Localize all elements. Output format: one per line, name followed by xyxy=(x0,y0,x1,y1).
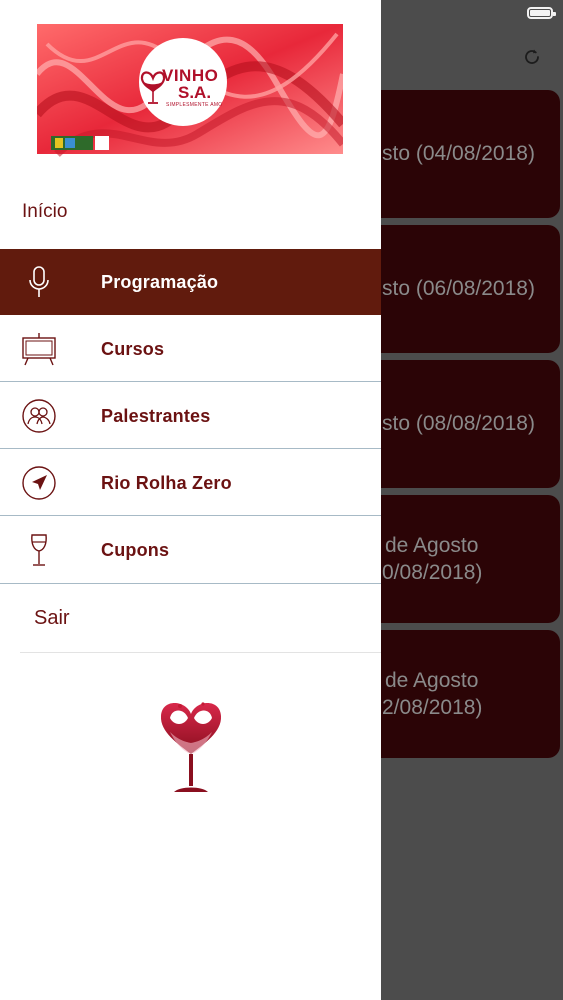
menu-item-label: Palestrantes xyxy=(101,406,211,426)
event-date: sto (08/08/2018) xyxy=(382,412,535,435)
divider xyxy=(20,652,381,653)
wine-glass-heart-logo-icon xyxy=(160,702,222,792)
battery-icon xyxy=(527,7,556,19)
menu-item-label: Rio Rolha Zero xyxy=(101,473,232,493)
menu-item-cursos[interactable]: Cursos xyxy=(0,316,381,382)
microphone-icon xyxy=(29,266,49,297)
event-title: de Agosto xyxy=(385,669,479,692)
home-link[interactable]: Início xyxy=(22,201,67,223)
refresh-icon[interactable] xyxy=(521,46,543,68)
menu-item-cupons[interactable]: Cupons xyxy=(0,517,381,584)
menu-item-programacao[interactable]: Programação xyxy=(0,249,381,315)
side-drawer: VINHO S.A. SIMPLESMENTE AMO Início Progr… xyxy=(0,0,381,1000)
header-banner: VINHO S.A. SIMPLESMENTE AMO xyxy=(37,14,343,162)
wine-glass-icon xyxy=(31,534,47,566)
event-date: sto (04/08/2018) xyxy=(382,142,535,165)
easel-icon xyxy=(22,333,56,366)
event-date: 0/08/2018) xyxy=(382,561,483,584)
logo: VINHO S.A. SIMPLESMENTE AMO xyxy=(140,66,236,116)
event-date: sto (06/08/2018) xyxy=(382,277,535,300)
location-arrow-icon xyxy=(22,466,56,500)
people-icon xyxy=(22,399,56,433)
event-date: 2/08/2018) xyxy=(382,696,483,719)
menu-item-label: Cupons xyxy=(101,540,170,560)
logo-brand-suffix: S.A. xyxy=(178,83,212,102)
menu-item-label: Programação xyxy=(101,272,219,292)
menu-item-palestrantes[interactable]: Palestrantes xyxy=(0,383,381,449)
logo-tagline: SIMPLESMENTE AMO xyxy=(166,102,223,108)
logout-link[interactable]: Sair xyxy=(34,607,70,630)
event-title: de Agosto xyxy=(385,534,479,557)
menu-item-label: Cursos xyxy=(101,339,165,359)
menu-item-rio-rolha-zero[interactable]: Rio Rolha Zero xyxy=(0,450,381,516)
